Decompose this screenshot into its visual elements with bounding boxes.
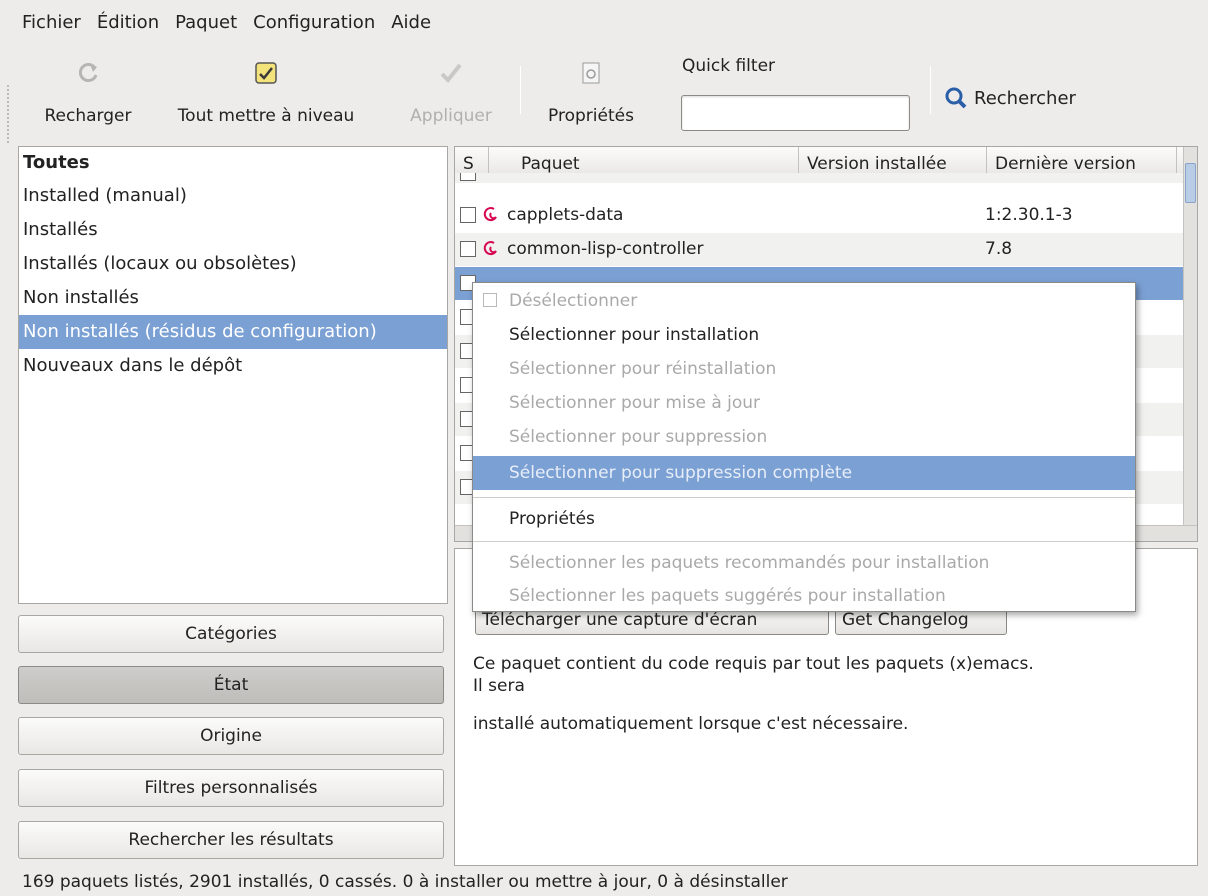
debian-icon	[483, 241, 497, 256]
menu-item-mark-install[interactable]: Sélectionner pour installation	[473, 319, 1135, 351]
status-bar: 169 paquets listés, 2901 installés, 0 ca…	[22, 872, 788, 892]
filter-item-installed[interactable]: Installés	[19, 213, 447, 247]
description-line: Il sera	[473, 676, 525, 696]
checkmark-icon	[436, 58, 466, 88]
menu-fichier[interactable]: Fichier	[14, 12, 89, 33]
upgrade-all-button[interactable]: Tout mettre à niveau	[152, 52, 380, 144]
vertical-scrollbar[interactable]	[1183, 147, 1197, 527]
search-icon	[945, 87, 967, 109]
state-button[interactable]: État	[18, 666, 444, 704]
debian-icon	[483, 207, 497, 222]
menu-item-unselect[interactable]: Désélectionner	[473, 285, 1135, 317]
reload-icon	[73, 58, 103, 88]
toolbar-grip[interactable]	[6, 84, 10, 144]
package-latest-version: 7.8	[985, 239, 1013, 259]
quick-filter-input[interactable]	[681, 95, 910, 131]
upgrade-all-label: Tout mettre à niveau	[177, 106, 355, 126]
menu-item-mark-recommended[interactable]: Sélectionner les paquets recommandés pou…	[473, 547, 1135, 579]
toolbar-separator	[520, 66, 521, 114]
scrollbar-thumb[interactable]	[1185, 163, 1196, 203]
menu-item-properties[interactable]: Propriétés	[473, 503, 1135, 535]
row-checkbox[interactable]	[460, 173, 476, 181]
filter-item-installed-manual[interactable]: Installed (manual)	[19, 179, 447, 213]
filter-item-new-in-repo[interactable]: Nouveaux dans le dépôt	[19, 349, 447, 383]
filter-list: Toutes Installed (manual) Installés Inst…	[18, 146, 448, 604]
description-line: Ce paquet contient du code requis par to…	[473, 654, 1034, 674]
description-line: installé automatiquement lorsque c'est n…	[473, 714, 909, 734]
toolbar-separator	[930, 66, 931, 114]
context-menu: Désélectionner Sélectionner pour install…	[472, 282, 1136, 612]
upgrade-all-icon	[251, 58, 281, 88]
properties-label: Propriétés	[548, 106, 634, 126]
menu-bar: Fichier Édition Paquet Configuration Aid…	[0, 0, 1208, 44]
menu-aide[interactable]: Aide	[383, 12, 439, 33]
menu-item-mark-remove[interactable]: Sélectionner pour suppression	[473, 421, 1135, 453]
row-checkbox[interactable]	[460, 241, 476, 257]
table-row[interactable]: capplets-data 1:2.30.1-3	[455, 199, 1185, 232]
menu-separator	[473, 541, 1135, 542]
search-button[interactable]: Rechercher	[944, 78, 1076, 118]
menu-paquet[interactable]: Paquet	[167, 12, 245, 33]
menu-edition[interactable]: Édition	[89, 12, 167, 33]
origin-button[interactable]: Origine	[18, 717, 444, 755]
filter-item-installed-local[interactable]: Installés (locaux ou obsolètes)	[19, 247, 447, 281]
properties-button[interactable]: Propriétés	[532, 52, 650, 144]
search-label: Rechercher	[974, 87, 1076, 109]
toolbar: Recharger Tout mettre à niveau Appliquer…	[0, 44, 1208, 144]
filter-item-residual-config[interactable]: Non installés (résidus de configuration)	[19, 315, 447, 349]
package-name: capplets-data	[507, 205, 624, 225]
table-row[interactable]	[455, 173, 1185, 183]
filter-item-all[interactable]: Toutes	[19, 147, 447, 179]
apply-button[interactable]: Appliquer	[394, 52, 508, 144]
quick-filter-label: Quick filter	[682, 56, 776, 76]
categories-button[interactable]: Catégories	[18, 615, 444, 653]
custom-filters-button[interactable]: Filtres personnalisés	[18, 769, 444, 807]
menu-item-mark-upgrade[interactable]: Sélectionner pour mise à jour	[473, 387, 1135, 419]
menu-separator	[473, 497, 1135, 498]
properties-icon	[576, 58, 606, 88]
menu-configuration[interactable]: Configuration	[245, 12, 383, 33]
package-name: common-lisp-controller	[507, 239, 704, 259]
checkbox-icon	[483, 293, 497, 307]
table-row[interactable]: common-lisp-controller 7.8	[455, 233, 1185, 266]
menu-item-mark-reinstall[interactable]: Sélectionner pour réinstallation	[473, 353, 1135, 385]
reload-label: Recharger	[44, 106, 132, 126]
package-latest-version: 1:2.30.1-3	[985, 205, 1073, 225]
reload-button[interactable]: Recharger	[34, 52, 142, 144]
menu-item-label: Désélectionner	[509, 291, 638, 311]
search-results-button[interactable]: Rechercher les résultats	[18, 821, 444, 859]
apply-label: Appliquer	[410, 106, 492, 126]
filter-item-not-installed[interactable]: Non installés	[19, 281, 447, 315]
row-checkbox[interactable]	[460, 207, 476, 223]
menu-item-mark-purge[interactable]: Sélectionner pour suppression complète	[473, 456, 1135, 490]
menu-item-mark-suggested[interactable]: Sélectionner les paquets suggérés pour i…	[473, 580, 1135, 612]
